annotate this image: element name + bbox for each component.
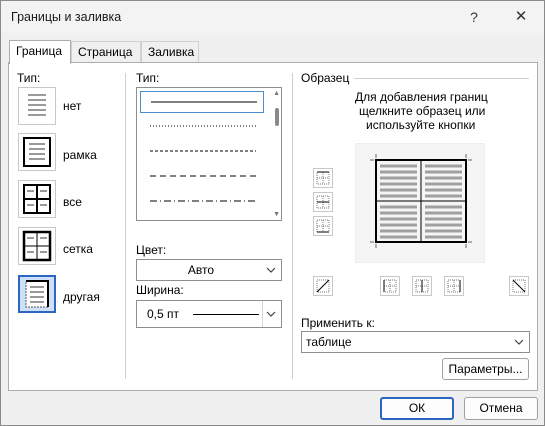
border-none-icon [28, 94, 46, 116]
preview-hint-line1: Для добавления границ [355, 90, 488, 104]
line-style-list[interactable]: ▲ ▼ [136, 87, 282, 221]
top-border-icon [316, 171, 330, 185]
border-box-icon [23, 137, 51, 167]
line-style-dotted[interactable] [140, 116, 264, 138]
chevron-down-icon [266, 267, 276, 273]
help-button[interactable]: ? [454, 5, 494, 29]
scroll-up-arrow-icon[interactable]: ▲ [273, 90, 280, 97]
ok-button[interactable]: ОК [380, 397, 454, 420]
right-border-icon [447, 279, 461, 293]
small-dash-line-sample [150, 150, 256, 152]
preview-hint-line3: используйте кнопки [366, 118, 476, 132]
tab-page-border-label: Страница [78, 45, 133, 59]
diagonal-down-border-button[interactable] [313, 276, 333, 296]
setting-none-label: нет [63, 99, 82, 113]
border-preview[interactable] [355, 143, 485, 263]
style-list-scrollbar[interactable] [275, 108, 279, 126]
title-bar: Границы и заливка ? ✕ [1, 1, 544, 33]
inside-vertical-border-icon [415, 279, 429, 293]
inside-horizontal-border-icon [316, 195, 330, 209]
color-label: Цвет: [136, 243, 167, 257]
setting-custom-label: другая [63, 290, 100, 304]
diagonal-up-icon [316, 279, 330, 293]
options-button[interactable]: Параметры... [442, 358, 529, 380]
color-value: Авто [187, 263, 215, 277]
tab-page-border[interactable]: Страница [71, 41, 141, 63]
borders-and-shading-dialog: Границы и заливка ? ✕ Граница Страница З… [0, 0, 545, 426]
scroll-down-arrow-icon[interactable]: ▼ [273, 211, 280, 218]
right-border-button[interactable] [444, 276, 464, 296]
tab-border-label: Граница [16, 44, 63, 58]
setting-grid-label: сетка [63, 242, 93, 256]
border-tab-panel: Тип: нет рамка все сетка другая Тип: ▲ ▼… [8, 62, 538, 391]
setting-custom-button[interactable] [18, 275, 56, 313]
line-style-solid[interactable] [140, 91, 264, 113]
line-style-dash-dot[interactable] [140, 191, 264, 213]
column-divider-right [292, 73, 293, 379]
setting-grid-button[interactable] [18, 227, 56, 265]
width-dropdown[interactable]: 0,5 пт [136, 300, 282, 328]
apply-to-value: таблице [306, 335, 352, 349]
width-line-sample [193, 314, 259, 315]
setting-label: Тип: [17, 71, 41, 85]
diagonal-down-icon [512, 279, 526, 293]
top-border-button[interactable] [313, 168, 333, 188]
diagonal-up-border-button[interactable] [509, 276, 529, 296]
column-divider-left [125, 73, 126, 379]
apply-to-dropdown[interactable]: таблице [301, 331, 530, 353]
solid-line-sample [151, 101, 257, 103]
border-custom-icon [25, 280, 49, 308]
left-border-icon [383, 279, 397, 293]
apply-to-label: Применить к: [301, 316, 375, 330]
table-preview-graphic [370, 154, 472, 248]
width-dropdown-divider [262, 301, 263, 327]
bottom-border-button[interactable] [313, 216, 333, 236]
tab-shading-label: Заливка [148, 45, 195, 59]
left-border-button[interactable] [380, 276, 400, 296]
window-title: Границы и заливка [11, 10, 122, 24]
line-style-dashed[interactable] [140, 166, 264, 188]
color-dropdown[interactable]: Авто [136, 259, 282, 281]
style-label: Тип: [136, 71, 160, 85]
inside-vertical-border-button[interactable] [412, 276, 432, 296]
tab-shading[interactable]: Заливка [141, 41, 199, 63]
setting-all-label: все [63, 195, 82, 209]
dotted-line-sample [150, 125, 256, 127]
dash-dot-line-sample [150, 200, 256, 202]
chevron-down-icon [266, 311, 276, 317]
width-value: 0,5 пт [147, 307, 180, 321]
cancel-button[interactable]: Отмена [464, 397, 538, 420]
preview-header-rule [354, 78, 529, 79]
close-button[interactable]: ✕ [501, 5, 541, 29]
bottom-border-icon [316, 219, 330, 233]
preview-label: Образец [301, 71, 350, 85]
setting-box-label: рамка [63, 148, 97, 162]
tab-border[interactable]: Граница [9, 40, 71, 64]
inside-horizontal-border-button[interactable] [313, 192, 333, 212]
preview-hint-line2: щелкните образец или [359, 104, 486, 118]
setting-all-button[interactable] [18, 180, 56, 218]
dash-line-sample [150, 175, 256, 177]
setting-none-button[interactable] [18, 87, 56, 125]
chevron-down-icon [514, 339, 524, 345]
setting-box-button[interactable] [18, 133, 56, 171]
border-grid-icon [22, 230, 52, 262]
line-style-dashed-small[interactable] [140, 141, 264, 163]
border-all-icon [23, 184, 51, 214]
width-label: Ширина: [136, 283, 184, 297]
